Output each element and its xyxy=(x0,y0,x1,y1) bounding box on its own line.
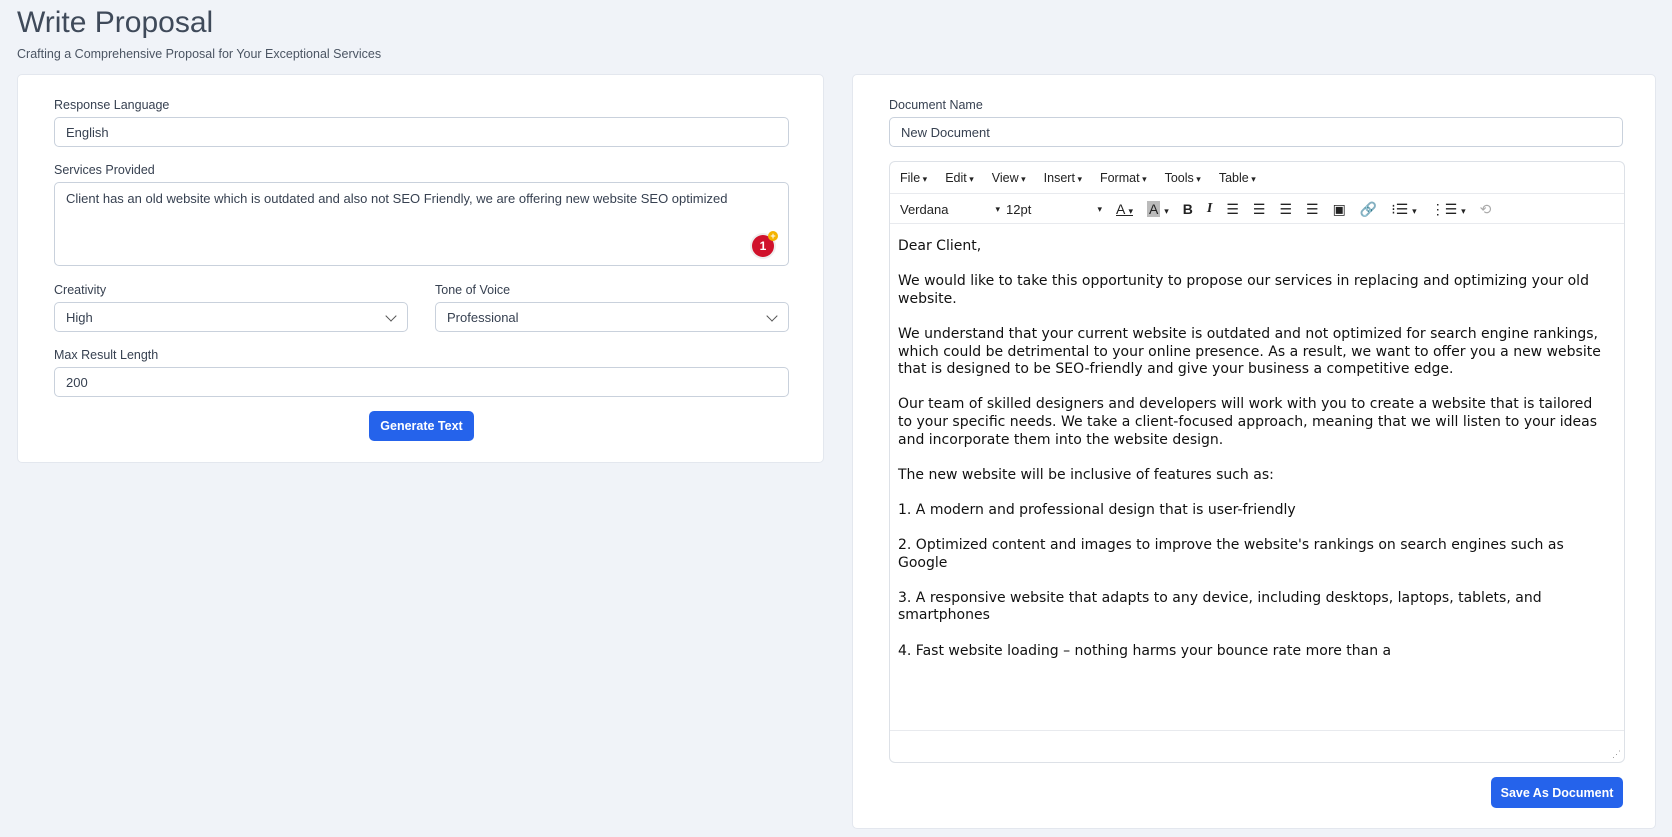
font-size-select[interactable]: 12pt ▾ xyxy=(1006,194,1102,224)
image-icon[interactable]: ▣ xyxy=(1333,201,1346,218)
generate-text-button[interactable]: Generate Text xyxy=(369,411,474,441)
grammar-badge-icon[interactable]: 1 + xyxy=(752,231,778,257)
text-color-icon[interactable]: A ▾ xyxy=(1116,201,1133,217)
bold-icon[interactable]: B xyxy=(1183,201,1193,217)
menu-table[interactable]: Table xyxy=(1219,171,1256,185)
save-as-document-button[interactable]: Save As Document xyxy=(1491,777,1623,808)
align-right-icon[interactable]: ☰ xyxy=(1279,201,1292,218)
document-card: Document Name New Document File Edit Vie… xyxy=(852,74,1656,829)
bullet-list-icon[interactable]: ⁝☰ ▾ xyxy=(1391,201,1416,218)
page-subtitle: Crafting a Comprehensive Proposal for Yo… xyxy=(17,47,382,61)
creativity-value: High xyxy=(66,309,93,325)
response-language-label: Response Language xyxy=(54,98,170,112)
history-icon[interactable]: ⟲ xyxy=(1480,201,1492,218)
menu-insert[interactable]: Insert xyxy=(1044,171,1082,185)
background-color-icon[interactable]: A ▾ xyxy=(1147,201,1169,217)
rich-text-editor: File Edit View Insert Format Tools Table… xyxy=(889,161,1625,763)
italic-icon[interactable]: I xyxy=(1207,201,1212,217)
creativity-label: Creativity xyxy=(54,283,107,297)
tone-label: Tone of Voice xyxy=(435,283,511,297)
font-family-select[interactable]: Verdana ▾ xyxy=(900,194,1000,224)
services-label: Services Provided xyxy=(54,163,155,177)
chevron-down-icon xyxy=(766,310,778,322)
proposal-form-card: Response Language English Services Provi… xyxy=(17,74,824,463)
editor-statusbar: ⋰ xyxy=(890,730,1624,762)
creativity-select[interactable]: High xyxy=(54,302,408,332)
services-text: Client has an old website which is outda… xyxy=(66,191,728,206)
font-family-value: Verdana xyxy=(900,201,949,217)
max-length-label: Max Result Length xyxy=(54,348,159,362)
document-name-input[interactable]: New Document xyxy=(889,117,1623,147)
resize-handle-icon[interactable]: ⋰ xyxy=(1612,749,1621,760)
justify-icon[interactable]: ☰ xyxy=(1306,201,1319,218)
tone-value: Professional xyxy=(447,309,519,325)
chevron-down-icon xyxy=(385,310,397,322)
align-left-icon[interactable]: ☰ xyxy=(1226,201,1239,218)
services-textarea[interactable]: Client has an old website which is outda… xyxy=(54,182,789,266)
editor-content[interactable]: Dear Client, We would like to take this … xyxy=(898,238,1610,660)
response-language-input[interactable]: English xyxy=(54,117,789,147)
numbered-list-icon[interactable]: ⋮☰ ▾ xyxy=(1431,201,1466,218)
editor-body[interactable]: Dear Client, We would like to take this … xyxy=(890,224,1624,730)
menu-file[interactable]: File xyxy=(900,171,927,185)
document-name-label: Document Name xyxy=(889,98,983,112)
link-icon[interactable]: 🔗 xyxy=(1360,201,1377,218)
editor-toolbar: Verdana ▾ 12pt ▾ A ▾ A ▾ B I ☰ ☰ ☰ ☰ ▣ 🔗 ⁝… xyxy=(890,193,1624,224)
menu-format[interactable]: Format xyxy=(1100,171,1147,185)
max-length-input[interactable]: 200 xyxy=(54,367,789,397)
menu-view[interactable]: View xyxy=(992,171,1026,185)
align-center-icon[interactable]: ☰ xyxy=(1253,201,1266,218)
tone-select[interactable]: Professional xyxy=(435,302,789,332)
font-size-value: 12pt xyxy=(1006,201,1032,217)
menu-tools[interactable]: Tools xyxy=(1165,171,1201,185)
editor-menubar: File Edit View Insert Format Tools Table xyxy=(900,162,1624,193)
menu-edit[interactable]: Edit xyxy=(945,171,974,185)
page-title: Write Proposal xyxy=(17,6,214,39)
